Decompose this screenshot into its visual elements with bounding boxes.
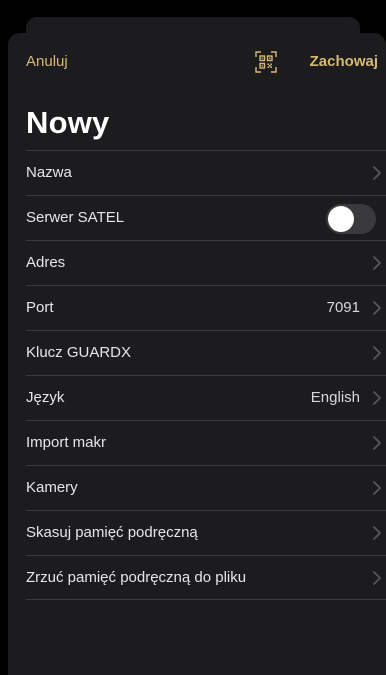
chevron-right-icon: [373, 436, 381, 450]
qr-scan-icon[interactable]: [255, 51, 277, 73]
settings-row-kamery[interactable]: Kamery: [26, 465, 386, 510]
row-label: Kamery: [26, 479, 78, 496]
page-title: Nowy: [26, 105, 110, 140]
settings-row-adres[interactable]: Adres: [26, 240, 386, 285]
settings-row-nazwa[interactable]: Nazwa: [26, 150, 386, 195]
row-value: 7091: [326, 299, 360, 316]
chevron-right-icon: [373, 166, 381, 180]
row-label: Adres: [26, 254, 66, 271]
row-value: English: [310, 389, 360, 406]
chevron-right-icon: [373, 301, 381, 315]
settings-list: Nazwa Serwer SATEL Adres Port 7091 Klucz…: [8, 150, 386, 600]
row-label: Serwer SATEL: [26, 209, 125, 226]
row-label: Port: [26, 299, 54, 316]
navigation-bar: Anuluj Zachowaj: [8, 33, 386, 93]
modal-sheet: Anuluj Zachowaj Nowy Nazwa Serwer SATEL …: [8, 33, 386, 675]
chevron-right-icon: [373, 481, 381, 495]
settings-row-jezyk[interactable]: Język English: [26, 375, 386, 420]
settings-row-import-makr[interactable]: Import makr: [26, 420, 386, 465]
settings-row-zrzuc-pamiec[interactable]: Zrzuć pamięć podręczną do pliku: [26, 555, 386, 600]
chevron-right-icon: [373, 346, 381, 360]
row-label: Klucz GUARDX: [26, 344, 132, 361]
row-label: Import makr: [26, 434, 107, 451]
save-button[interactable]: Zachowaj: [310, 53, 378, 70]
row-label: Nazwa: [26, 164, 72, 181]
chevron-right-icon: [373, 391, 381, 405]
row-label: Skasuj pamięć podręczną: [26, 524, 198, 541]
row-label: Zrzuć pamięć podręczną do pliku: [26, 569, 247, 586]
settings-row-klucz-guardx[interactable]: Klucz GUARDX: [26, 330, 386, 375]
chevron-right-icon: [373, 571, 381, 585]
row-label: Język: [26, 389, 65, 406]
settings-row-skasuj-pamiec[interactable]: Skasuj pamięć podręczną: [26, 510, 386, 555]
settings-row-port[interactable]: Port 7091: [26, 285, 386, 330]
toggle-knob: [328, 206, 354, 232]
settings-row-serwer-satel: Serwer SATEL: [26, 195, 386, 240]
serwer-satel-toggle[interactable]: [326, 204, 376, 234]
cancel-button[interactable]: Anuluj: [26, 53, 68, 70]
chevron-right-icon: [373, 256, 381, 270]
chevron-right-icon: [373, 526, 381, 540]
